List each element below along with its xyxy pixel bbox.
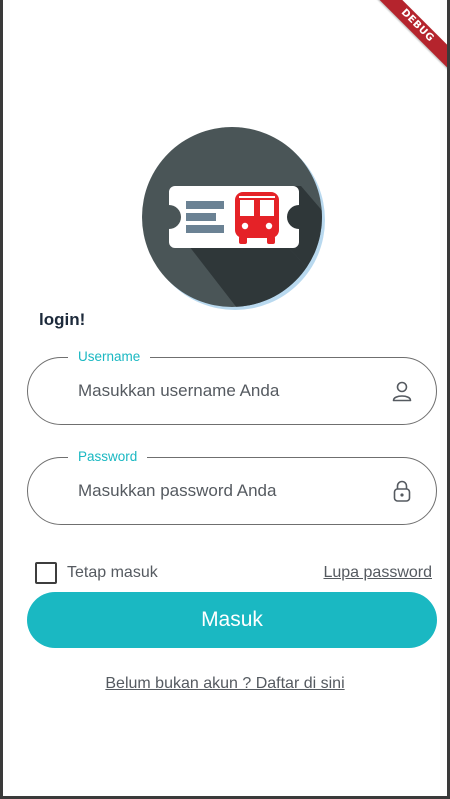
- login-screen: DEBUG login! Username Masukkan username …: [0, 0, 450, 799]
- debug-label: DEBUG: [368, 0, 447, 75]
- debug-banner: DEBUG: [357, 0, 447, 90]
- lock-icon: [393, 480, 411, 502]
- bus-ticket-logo: [142, 127, 325, 310]
- register-link[interactable]: Belum bukan akun ? Daftar di sini: [3, 675, 447, 693]
- forgot-password-link[interactable]: Lupa password: [323, 564, 432, 582]
- username-input[interactable]: Masukkan username Anda: [78, 358, 279, 424]
- username-field[interactable]: Username Masukkan username Anda: [27, 348, 437, 425]
- remember-checkbox[interactable]: [35, 562, 57, 584]
- password-field[interactable]: Password Masukkan password Anda: [27, 448, 437, 525]
- remember-label: Tetap masuk: [67, 564, 158, 581]
- login-button[interactable]: Masuk: [27, 592, 437, 648]
- remember-me[interactable]: Tetap masuk: [35, 562, 158, 584]
- login-title: login!: [39, 310, 86, 329]
- person-icon: [392, 381, 412, 402]
- password-input[interactable]: Masukkan password Anda: [78, 458, 276, 524]
